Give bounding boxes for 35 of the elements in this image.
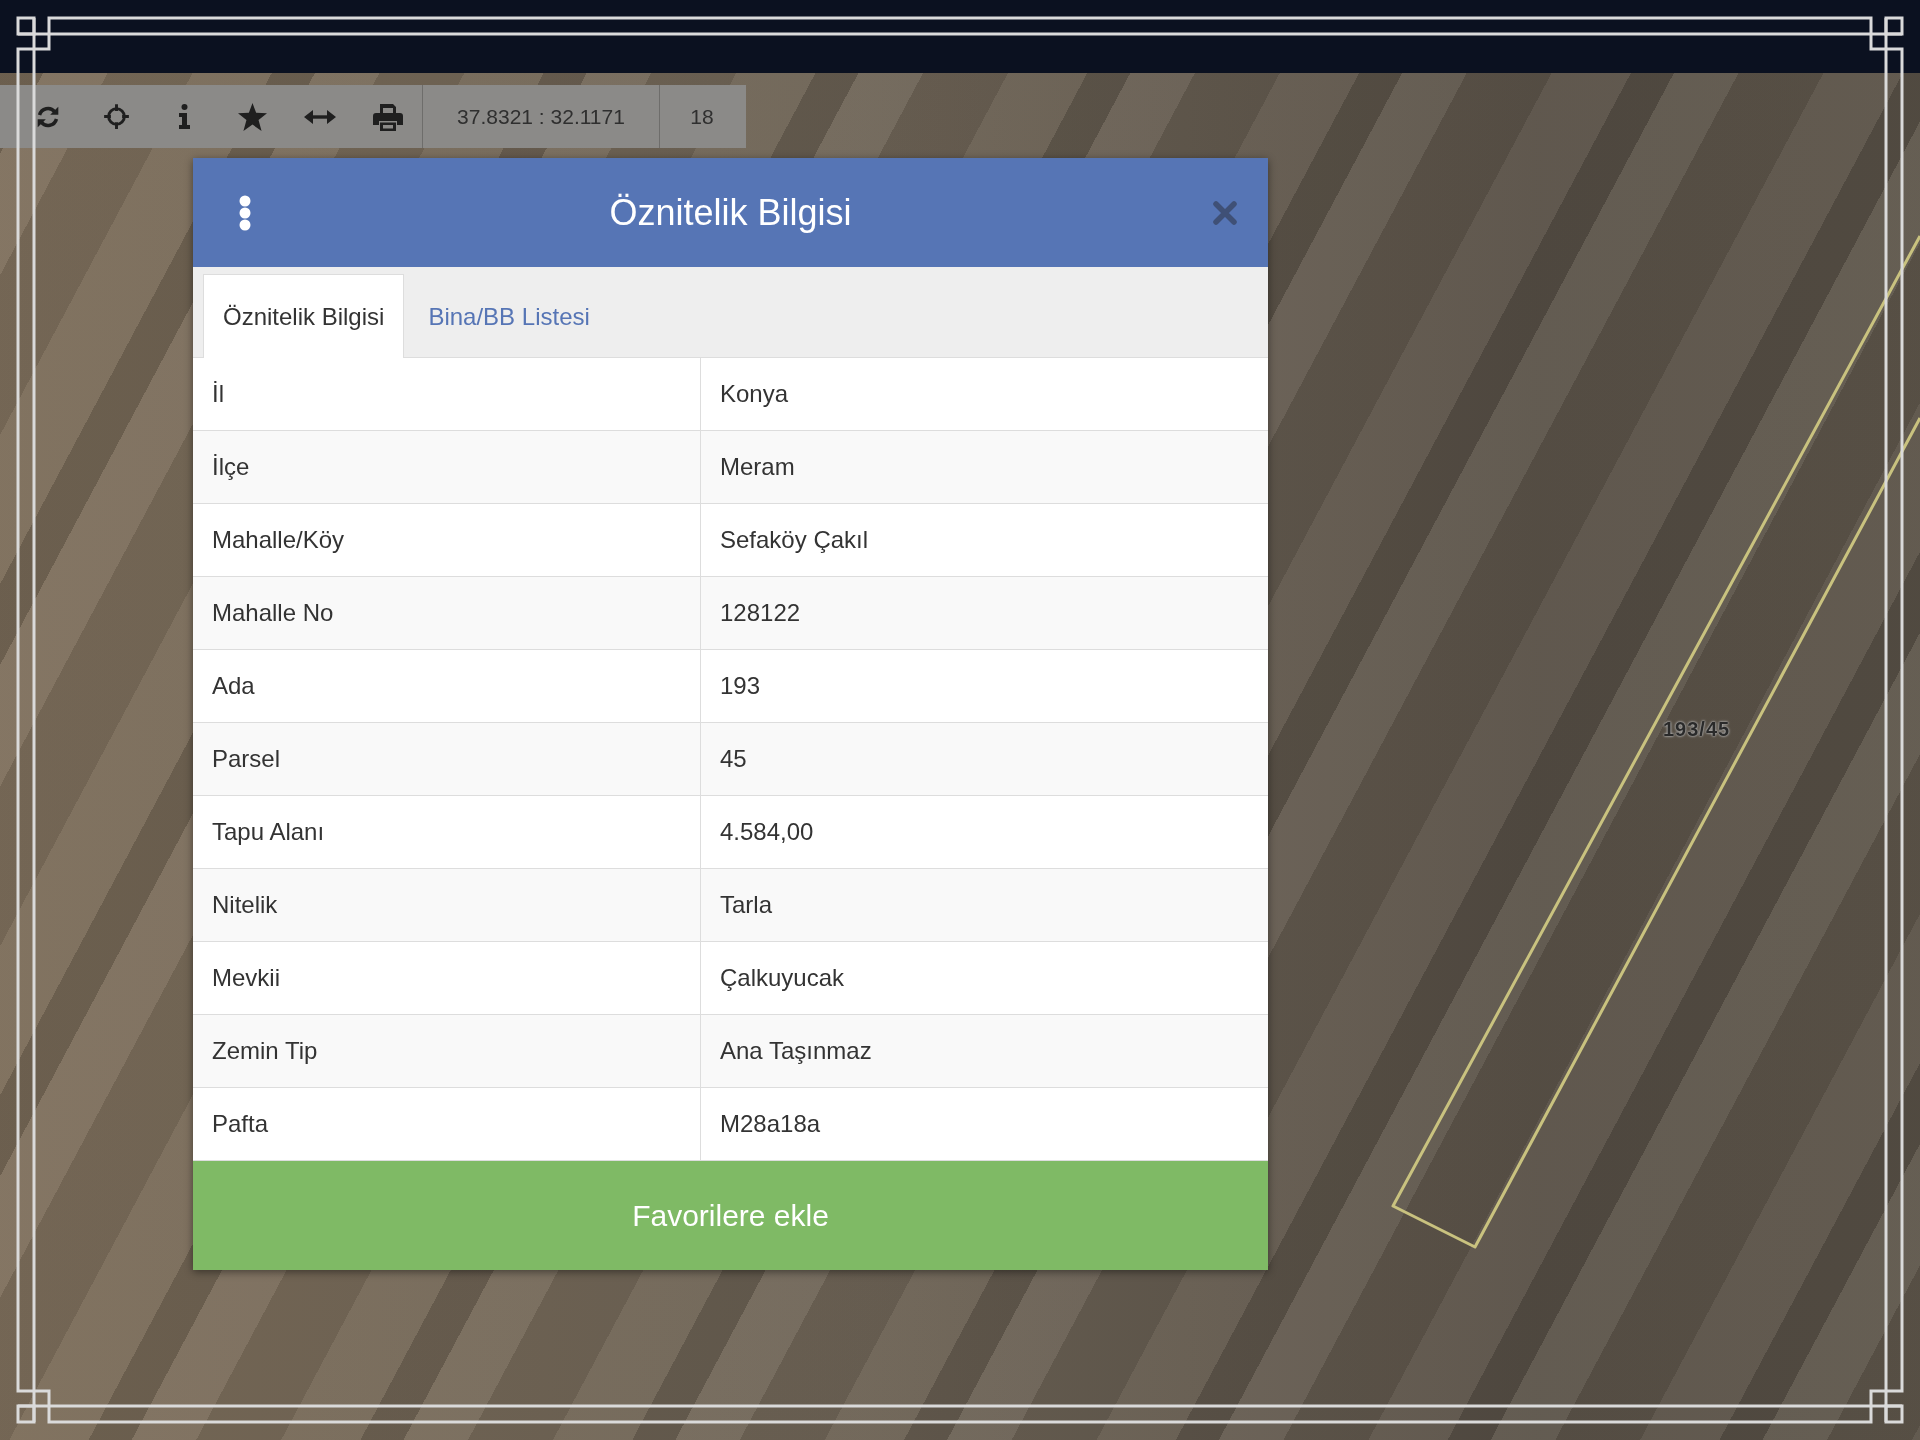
table-cell: Parsel xyxy=(193,723,700,796)
table-cell: İlçe xyxy=(193,431,700,504)
table-cell: Mahalle/Köy xyxy=(193,504,700,577)
table-cell: Meram xyxy=(700,431,1268,504)
menu-icon[interactable] xyxy=(239,194,251,231)
printer-icon[interactable] xyxy=(373,102,403,131)
tab[interactable]: Öznitelik Bilgisi xyxy=(203,274,405,358)
table-cell: Tapu Alanı xyxy=(193,796,700,869)
table-cell: İl xyxy=(193,358,700,431)
table-cell: Konya xyxy=(700,358,1268,431)
table-cell: Tarla xyxy=(700,869,1268,942)
table-cell: 128122 xyxy=(700,577,1268,650)
crosshair-icon[interactable] xyxy=(102,103,130,130)
table-cell: Pafta xyxy=(193,1088,700,1161)
table-cell: 193 xyxy=(700,650,1268,723)
info-icon[interactable] xyxy=(178,104,190,129)
table-cell: Ana Taşınmaz xyxy=(700,1015,1268,1088)
add-to-favorites-button[interactable]: Favorilere ekle xyxy=(193,1161,1268,1270)
table-cell: Çalkuyucak xyxy=(700,942,1268,1015)
table-cell: M28a18a xyxy=(700,1088,1268,1161)
table-cell: Mahalle No xyxy=(193,577,700,650)
dialog-title: Öznitelik Bilgisi xyxy=(609,191,852,234)
table-cell: Mevkii xyxy=(193,942,700,1015)
tab[interactable]: Bina/BB Listesi xyxy=(408,274,610,358)
table-cell: Zemin Tip xyxy=(193,1015,700,1088)
zoom-level: 18 xyxy=(690,104,714,129)
coordinates-readout: 37.8321 : 32.1171 xyxy=(457,104,625,129)
parcel-label: 193/45 xyxy=(1663,718,1731,741)
table-cell: Ada xyxy=(193,650,700,723)
star-icon[interactable] xyxy=(237,102,267,131)
table-cell: Nitelik xyxy=(193,869,700,942)
double-arrow-icon[interactable] xyxy=(304,109,336,124)
table-cell: 4.584,00 xyxy=(700,796,1268,869)
table-cell: Sefaköy Çakıl xyxy=(700,504,1268,577)
table-cell: 45 xyxy=(700,723,1268,796)
